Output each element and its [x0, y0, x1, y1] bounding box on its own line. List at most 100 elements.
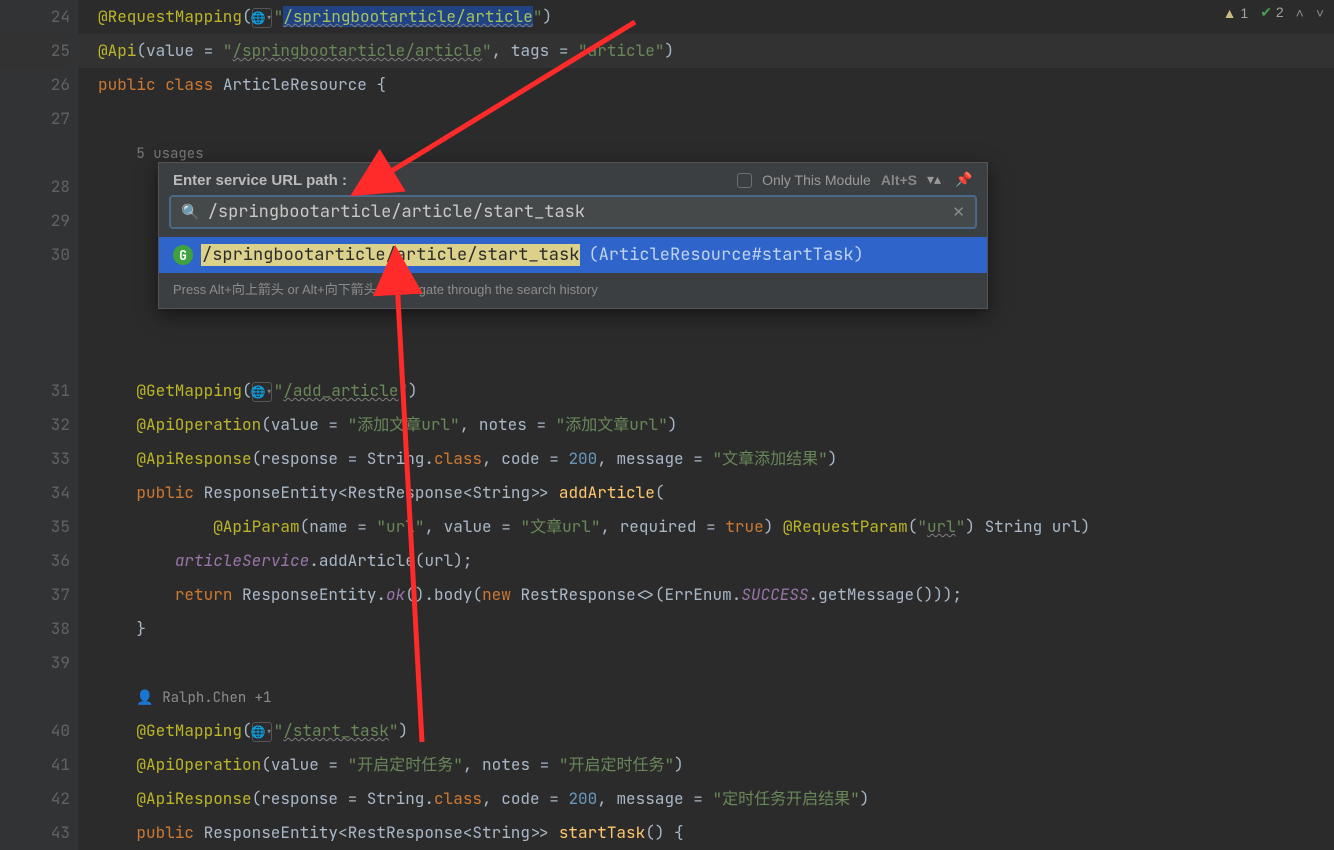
search-result-row[interactable]: G /springbootarticle/article/start_task … — [159, 237, 987, 273]
api-resp-msg: 文章添加结果 — [722, 448, 818, 469]
api-tags: article — [588, 40, 655, 61]
code-line[interactable]: @RequestMapping(🌐▾"/springbootarticle/ar… — [78, 0, 1334, 34]
globe-icon[interactable]: 🌐▾ — [252, 8, 272, 28]
result-meta: (ArticleResource#startTask) — [588, 244, 863, 266]
line-number: 33 — [0, 442, 70, 476]
filter-icon[interactable]: ▾▴ — [927, 171, 945, 189]
line-number: 31 — [0, 374, 70, 408]
code-line[interactable]: public ResponseEntity<RestResponse<Strin… — [78, 476, 1334, 510]
chevron-up-icon[interactable]: ˄ — [1296, 5, 1304, 21]
line-number: 27 — [0, 102, 70, 136]
code-line[interactable]: @ApiResponse(response = String.class, co… — [78, 442, 1334, 476]
search-service-popup: Enter service URL path : Only This Modul… — [158, 162, 988, 309]
ok-icon[interactable]: ✔ 2 — [1260, 4, 1283, 21]
apiparam-name: url — [386, 516, 415, 537]
api-resp-msg: 定时任务开启结果 — [722, 788, 850, 809]
line-number: 36 — [0, 544, 70, 578]
enum-ref: ErrEnum — [664, 584, 731, 605]
line-number: 24 — [0, 0, 70, 34]
code-line[interactable]: return ResponseEntity.ok().body(new Rest… — [78, 578, 1334, 612]
api-op-notes: 开启定时任务 — [568, 754, 664, 775]
code-line[interactable]: @ApiOperation(value = "添加文章url", notes =… — [78, 408, 1334, 442]
line-number: 35 — [0, 510, 70, 544]
code-line[interactable]: @ApiResponse(response = String.class, co… — [78, 782, 1334, 816]
line-number: 37 — [0, 578, 70, 612]
inner-type: RestResponse — [348, 482, 463, 503]
code-line[interactable]: @ApiOperation(value = "开启定时任务", notes = … — [78, 748, 1334, 782]
only-this-module-label: Only This Module — [762, 172, 871, 188]
code-line[interactable] — [78, 646, 1334, 680]
get-mapping-path: /add_article — [283, 380, 398, 401]
arg: url — [424, 550, 453, 571]
code-line[interactable]: @ApiParam(name = "url", value = "文章url",… — [78, 510, 1334, 544]
request-mapping-path: /springbootarticle/article — [283, 6, 533, 27]
line-number: 39 — [0, 646, 70, 680]
line-number: 40 — [0, 714, 70, 748]
line-number: 32 — [0, 408, 70, 442]
usages-hint[interactable]: 5 usages — [136, 145, 203, 163]
code-line[interactable]: @Api(value = "/springbootarticle/article… — [78, 34, 1334, 68]
enum-const: SUCCESS — [741, 584, 808, 605]
get-mapping-path: /start_task — [283, 720, 389, 741]
code-line[interactable] — [78, 102, 1334, 136]
api-op-notes: 添加文章url — [565, 414, 658, 435]
line-number: 29 — [0, 204, 70, 238]
code-line[interactable] — [78, 340, 1334, 374]
api-op-value: 添加文章url — [357, 414, 450, 435]
inspection-status: ▲ 1 ✔ 2 ˄ ˅ — [1223, 4, 1324, 21]
ctor: RestResponse — [520, 584, 635, 605]
globe-icon[interactable]: 🌐▾ — [252, 382, 272, 402]
method-call: body — [434, 584, 472, 605]
code-line[interactable] — [78, 306, 1334, 340]
code-line[interactable]: @GetMapping(🌐▾"/add_article") — [78, 374, 1334, 408]
popup-header: Enter service URL path : Only This Modul… — [159, 163, 987, 195]
code-line[interactable]: 👤 Ralph.Chen +1 — [78, 680, 1334, 714]
warning-count: 1 — [1240, 5, 1248, 21]
method-call: getMessage — [818, 584, 914, 605]
method-call: addArticle — [319, 550, 415, 571]
request-param: url — [927, 516, 956, 537]
code-editor[interactable]: 24 25 26 27 28 29 30 31 32 33 34 35 36 3… — [0, 0, 1334, 850]
search-icon: 🔍 — [181, 203, 200, 221]
api-resp-code: 200 — [568, 788, 597, 809]
search-box: 🔍 ✕ — [169, 195, 977, 229]
chevron-down-icon[interactable]: ˅ — [1316, 5, 1324, 21]
api-value: /springbootarticle/article — [232, 40, 482, 61]
code-line[interactable]: } — [78, 612, 1334, 646]
api-resp-code: 200 — [568, 448, 597, 469]
gutter: 24 25 26 27 28 29 30 31 32 33 34 35 36 3… — [0, 0, 78, 850]
popup-title: Enter service URL path : — [173, 172, 347, 189]
static-call: ok — [386, 584, 405, 605]
type-arg: String — [472, 482, 530, 503]
field-ref: articleService — [175, 550, 309, 571]
line-number: 43 — [0, 816, 70, 850]
ok-count: 2 — [1276, 4, 1284, 20]
line-number: 34 — [0, 476, 70, 510]
warning-icon[interactable]: ▲ 1 — [1223, 5, 1249, 21]
class-name: ArticleResource — [223, 74, 367, 95]
code-line[interactable]: articleService.addArticle(url); — [78, 544, 1334, 578]
url-path-input[interactable] — [208, 201, 945, 223]
code-line[interactable]: public class ArticleResource { — [78, 68, 1334, 102]
globe-icon[interactable]: 🌐▾ — [252, 722, 272, 742]
code-line[interactable]: @GetMapping(🌐▾"/start_task") — [78, 714, 1334, 748]
shortcut-hint: Alt+S — [881, 172, 917, 188]
method-name: startTask — [559, 822, 645, 843]
code-line[interactable]: public ResponseEntity<RestResponse<Strin… — [78, 816, 1334, 850]
line-number: 30 — [0, 238, 70, 272]
line-number: 42 — [0, 782, 70, 816]
method-name: addArticle — [559, 482, 655, 503]
line-number: 41 — [0, 748, 70, 782]
line-number: 25 — [0, 34, 70, 68]
code-area[interactable]: @RequestMapping(🌐▾"/springbootarticle/ar… — [78, 0, 1334, 850]
line-number: 26 — [0, 68, 70, 102]
line-number: 28 — [0, 170, 70, 204]
clear-icon[interactable]: ✕ — [952, 203, 965, 221]
return-type: ResponseEntity — [204, 482, 338, 503]
author-hint[interactable]: Ralph.Chen +1 — [162, 689, 271, 707]
result-path: /springbootarticle/article/start_task — [201, 244, 580, 266]
line-number — [0, 272, 70, 306]
pin-icon[interactable]: 📌 — [955, 171, 973, 189]
only-this-module-checkbox[interactable] — [737, 173, 752, 188]
api-op-value: 开启定时任务 — [357, 754, 453, 775]
